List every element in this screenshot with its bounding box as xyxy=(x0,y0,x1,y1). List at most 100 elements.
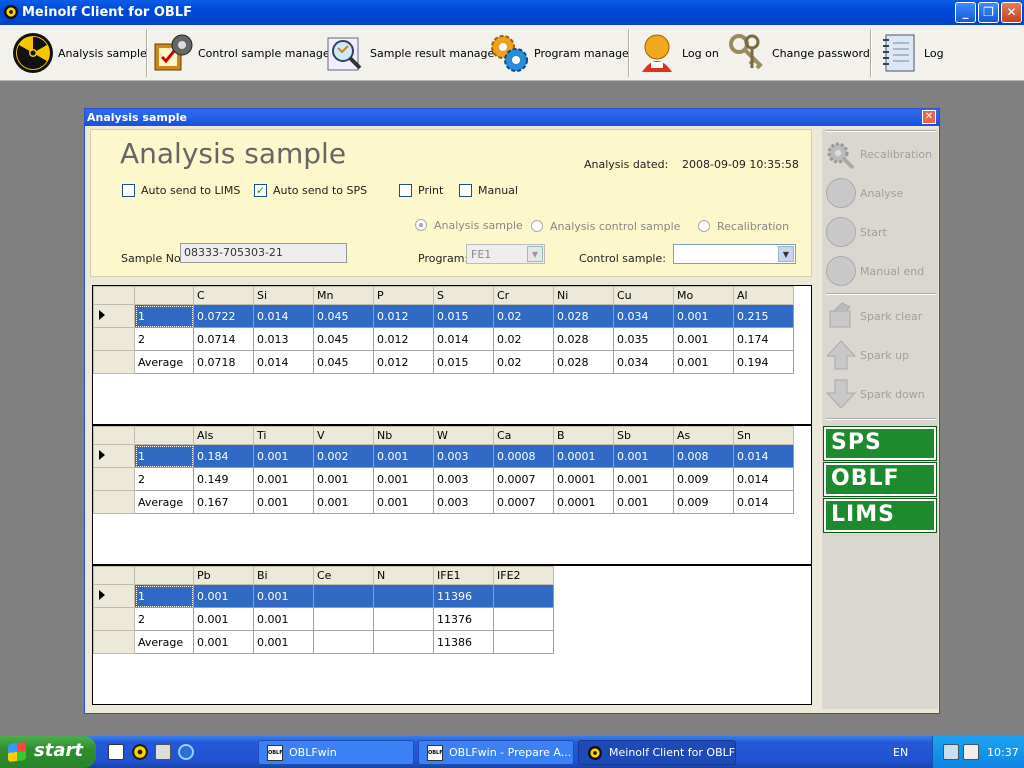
table-cell[interactable]: 0.0007 xyxy=(493,467,554,491)
lims-button[interactable]: LIMS xyxy=(823,498,937,533)
table-row[interactable]: Average 0.001 0.001 11386 xyxy=(93,630,554,654)
row-header[interactable] xyxy=(93,327,135,351)
table-cell[interactable]: 0.028 xyxy=(553,327,614,351)
recalibration-radio[interactable] xyxy=(698,220,710,232)
table-row[interactable]: 2 0.001 0.001 11376 xyxy=(93,607,554,631)
oblf-quicklaunch-icon[interactable] xyxy=(108,744,124,760)
table-cell[interactable] xyxy=(373,630,434,654)
table-cell[interactable]: 0.012 xyxy=(373,327,434,351)
table-cell[interactable]: 0.002 xyxy=(313,444,374,468)
table-cell[interactable]: 0.028 xyxy=(553,304,614,328)
table-cell[interactable]: 0.001 xyxy=(193,584,254,608)
printer-icon[interactable] xyxy=(963,744,979,760)
table-cell[interactable]: 0.014 xyxy=(253,304,314,328)
table-cell[interactable] xyxy=(493,607,554,631)
table-cell[interactable]: 0.014 xyxy=(733,490,794,514)
table-cell[interactable]: 0.034 xyxy=(613,350,674,374)
table-cell[interactable]: 0.014 xyxy=(253,350,314,374)
table-cell[interactable]: 11376 xyxy=(433,607,494,631)
manual-checkbox[interactable] xyxy=(459,184,472,197)
start-button[interactable]: start xyxy=(0,736,96,768)
auto-send-lims-checkbox[interactable] xyxy=(122,184,135,197)
table-cell[interactable]: 0.012 xyxy=(373,304,434,328)
table-cell[interactable]: 0.0722 xyxy=(193,304,254,328)
column-header[interactable]: Ni xyxy=(553,286,614,305)
toolbar-log-on[interactable]: Log on xyxy=(636,25,719,81)
radiation-quicklaunch-icon[interactable] xyxy=(132,744,148,760)
column-header[interactable]: Mo xyxy=(673,286,734,305)
column-header[interactable]: Mn xyxy=(313,286,374,305)
table-row[interactable]: 1 0.001 0.001 11396 xyxy=(93,584,554,608)
row-header[interactable] xyxy=(93,444,135,468)
language-indicator[interactable]: EN xyxy=(893,746,908,759)
oblf-button[interactable]: OBLF xyxy=(823,462,937,497)
row-header[interactable] xyxy=(93,467,135,491)
column-header[interactable]: P xyxy=(373,286,434,305)
column-header[interactable]: Al xyxy=(733,286,794,305)
table-cell[interactable] xyxy=(313,584,374,608)
column-header[interactable]: IFE2 xyxy=(493,566,554,585)
table-cell[interactable]: 0.0714 xyxy=(193,327,254,351)
table-cell[interactable]: 0.001 xyxy=(253,467,314,491)
table-cell[interactable]: 0.001 xyxy=(673,350,734,374)
spark-down-button[interactable]: Spark down xyxy=(826,377,925,411)
auto-send-sps-checkbox[interactable]: ✓ xyxy=(254,184,267,197)
app-quicklaunch-icon[interactable] xyxy=(155,744,171,760)
recalibration-button[interactable]: Recalibration xyxy=(826,137,932,171)
column-header[interactable]: S xyxy=(433,286,494,305)
column-header[interactable]: Nb xyxy=(373,426,434,445)
table-cell[interactable]: 0.001 xyxy=(673,327,734,351)
table-cell[interactable]: 0.001 xyxy=(253,584,314,608)
table-cell[interactable]: 0.009 xyxy=(673,467,734,491)
column-header[interactable]: Ca xyxy=(493,426,554,445)
table-cell[interactable] xyxy=(493,584,554,608)
table-cell[interactable] xyxy=(313,607,374,631)
table-cell[interactable]: 0.0001 xyxy=(553,444,614,468)
table-cell[interactable]: 0.003 xyxy=(433,490,494,514)
table-cell[interactable]: 0.014 xyxy=(433,327,494,351)
table-cell[interactable]: 0.001 xyxy=(193,607,254,631)
table-cell[interactable]: 0.008 xyxy=(673,444,734,468)
toolbar-log[interactable]: Log xyxy=(878,25,944,81)
table-cell[interactable]: 0.001 xyxy=(193,630,254,654)
column-header[interactable]: Si xyxy=(253,286,314,305)
table-row[interactable]: Average 0.0718 0.014 0.045 0.012 0.015 0.02 0.0… xyxy=(93,350,794,374)
print-checkbox[interactable] xyxy=(399,184,412,197)
table-row[interactable]: 1 0.184 0.001 0.002 0.001 0.003 0.0008 0.0001 0.… xyxy=(93,444,794,468)
table-cell[interactable]: 0.001 xyxy=(613,490,674,514)
table-cell[interactable] xyxy=(373,607,434,631)
table-cell[interactable]: 0.001 xyxy=(673,304,734,328)
child-close-button[interactable]: ✕ xyxy=(922,110,936,124)
table-cell[interactable]: 0.001 xyxy=(373,467,434,491)
task-oblfwin[interactable]: OBLF OBLFwin xyxy=(258,740,414,765)
table-cell[interactable]: 11396 xyxy=(433,584,494,608)
table-cell[interactable]: 0.014 xyxy=(733,467,794,491)
table-cell[interactable]: 0.035 xyxy=(613,327,674,351)
spark-up-button[interactable]: Spark up xyxy=(826,338,909,372)
table-cell[interactable]: 0.02 xyxy=(493,350,554,374)
table-cell[interactable]: 0.003 xyxy=(433,467,494,491)
table-cell[interactable]: 11386 xyxy=(433,630,494,654)
table-cell[interactable]: 0.001 xyxy=(313,490,374,514)
task-meinolf-client[interactable]: Meinolf Client for OBLF xyxy=(578,740,736,765)
table-cell[interactable]: 0.001 xyxy=(253,607,314,631)
network-icon[interactable] xyxy=(943,744,959,760)
table-cell[interactable]: 0.013 xyxy=(253,327,314,351)
start-button[interactable]: Start xyxy=(826,215,887,249)
minimize-button[interactable]: _ xyxy=(955,2,976,23)
row-name-cell[interactable]: 2 xyxy=(134,607,194,631)
row-header[interactable] xyxy=(93,607,135,631)
manual-end-button[interactable]: Manual end xyxy=(826,254,924,288)
table-cell[interactable]: 0.028 xyxy=(553,350,614,374)
row-name-cell[interactable]: 2 xyxy=(134,467,194,491)
column-header[interactable]: B xyxy=(553,426,614,445)
column-header[interactable]: Bi xyxy=(253,566,314,585)
browser-quicklaunch-icon[interactable] xyxy=(178,744,194,760)
table-cell[interactable]: 0.001 xyxy=(613,467,674,491)
column-header[interactable]: V xyxy=(313,426,374,445)
column-header[interactable] xyxy=(134,286,194,305)
table-cell[interactable]: 0.215 xyxy=(733,304,794,328)
table-cell[interactable]: 0.0718 xyxy=(193,350,254,374)
table-cell[interactable]: 0.001 xyxy=(313,467,374,491)
table-cell[interactable]: 0.009 xyxy=(673,490,734,514)
